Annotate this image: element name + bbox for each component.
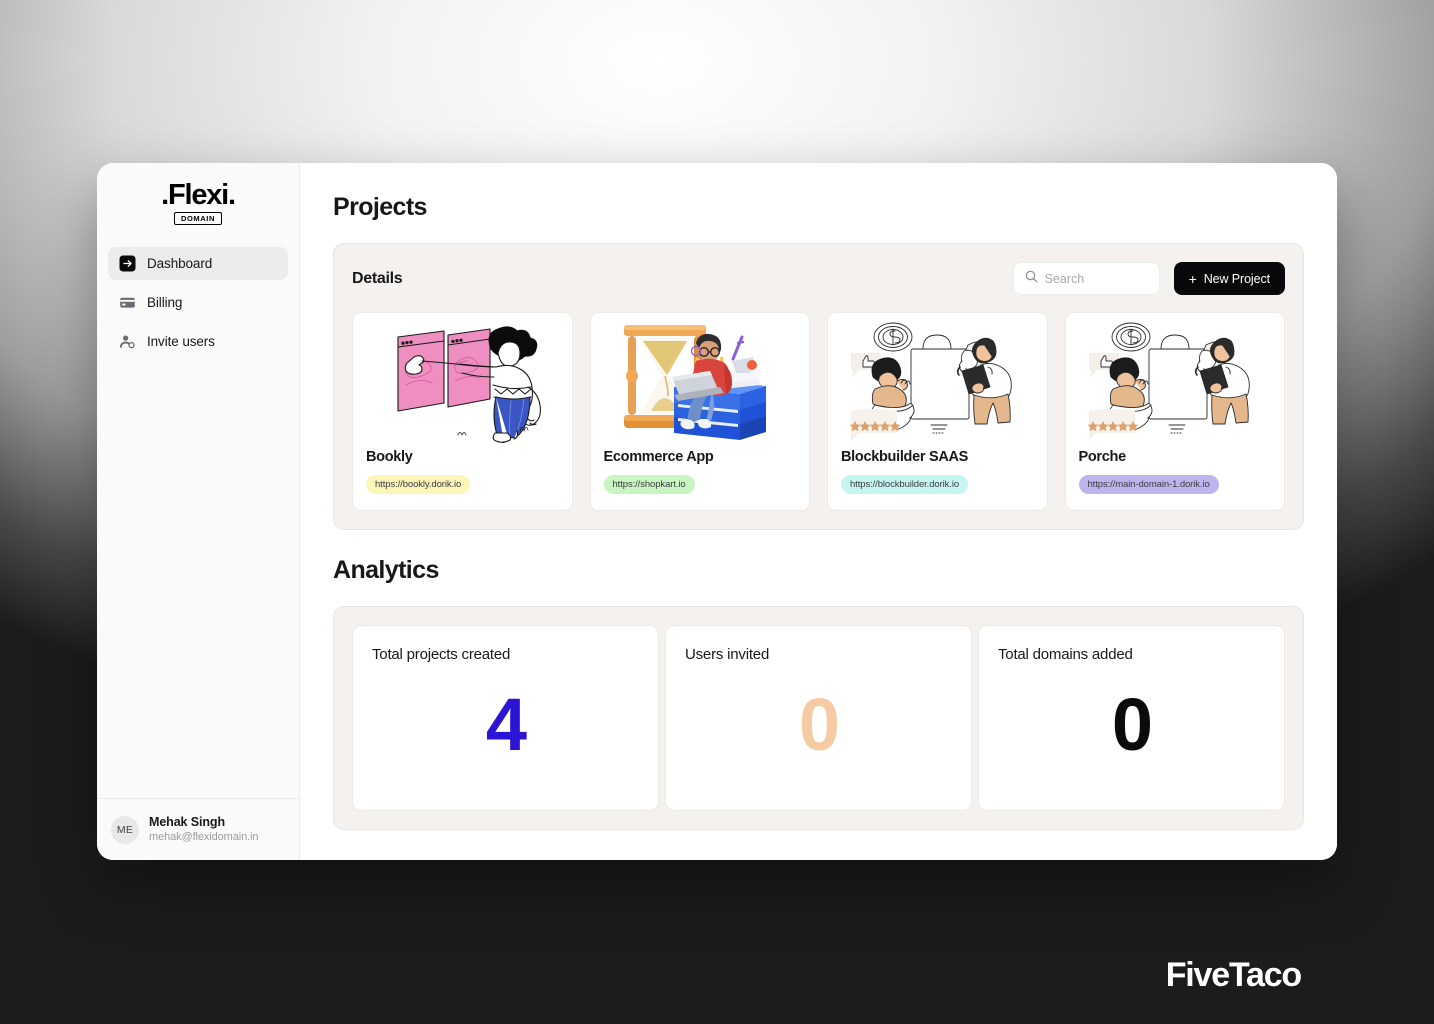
arrow-right-box-icon xyxy=(119,255,136,272)
analytics-title: Analytics xyxy=(333,556,439,584)
project-url-badge[interactable]: https://shopkart.io xyxy=(603,475,695,494)
project-name: Blockbuilder SAAS xyxy=(841,449,969,465)
sidebar-item-label: Dashboard xyxy=(147,256,213,271)
app-logo[interactable]: .Flexi. DOMAIN xyxy=(97,163,299,241)
project-illustration-marketing-megaphone-shopping xyxy=(828,313,1047,445)
search-input[interactable] xyxy=(1044,271,1148,286)
app-window: .Flexi. DOMAIN Dashboard Billing Invite … xyxy=(97,163,1337,860)
main-content: Projects Details Search + New Project Bo… xyxy=(300,163,1337,860)
stat-card-users-invited: Users invited 0 xyxy=(665,625,972,811)
stat-value: 0 xyxy=(1111,682,1153,766)
project-illustration-hourglass-books-laptop xyxy=(590,313,809,445)
sidebar-nav: Dashboard Billing Invite users xyxy=(97,241,299,364)
stat-card-total-domains-added: Total domains added 0 xyxy=(978,625,1285,811)
project-card[interactable]: Bookly https://bookly.dorik.io xyxy=(352,312,573,511)
stat-value: 4 xyxy=(485,682,527,766)
stat-card-total-projects-created: Total projects created 4 xyxy=(352,625,659,811)
project-cards: Bookly https://bookly.dorik.io Ecommerce… xyxy=(352,312,1285,511)
project-name: Porche xyxy=(1078,449,1127,465)
project-card[interactable]: Ecommerce App https://shopkart.io xyxy=(589,312,810,511)
page-title: Projects xyxy=(333,193,427,221)
details-actions: + New Project xyxy=(1012,262,1285,295)
stat-label: Users invited xyxy=(685,646,770,663)
logo-subtitle: DOMAIN xyxy=(173,212,222,225)
fivetaco-watermark: FiveTaco xyxy=(1165,956,1302,994)
user-email: mehak@flexidomain.in xyxy=(149,831,259,843)
user-profile[interactable]: ME Mehak Singh mehak@flexidomain.in xyxy=(97,798,299,860)
project-name: Ecommerce App xyxy=(603,449,714,465)
stat-label: Total projects created xyxy=(372,646,511,663)
sidebar: .Flexi. DOMAIN Dashboard Billing Invite … xyxy=(97,163,300,860)
sidebar-item-billing[interactable]: Billing xyxy=(108,286,288,319)
sidebar-item-invite-users[interactable]: Invite users xyxy=(108,325,288,358)
search-box[interactable] xyxy=(1012,262,1160,295)
sidebar-item-dashboard[interactable]: Dashboard xyxy=(108,247,288,280)
search-icon xyxy=(1025,270,1038,288)
project-illustration-marketing-megaphone-shopping xyxy=(1065,313,1284,445)
stat-value: 0 xyxy=(798,682,840,766)
details-panel: Details + New Project xyxy=(333,243,1304,530)
sidebar-item-label: Billing xyxy=(147,295,183,310)
user-name: Mehak Singh xyxy=(149,815,225,829)
project-card[interactable]: Blockbuilder SAAS https://blockbuilder.d… xyxy=(827,312,1048,511)
project-url-badge[interactable]: https://bookly.dorik.io xyxy=(366,475,471,494)
stat-label: Total domains added xyxy=(998,646,1133,663)
new-project-label: New Project xyxy=(1203,271,1270,286)
project-card[interactable]: Porche https://main-domain-1.dorik.io xyxy=(1064,312,1285,511)
avatar: ME xyxy=(111,815,139,844)
new-project-button[interactable]: + New Project xyxy=(1173,262,1285,295)
user-plus-icon xyxy=(119,333,136,350)
project-url-badge[interactable]: https://main-domain-1.dorik.io xyxy=(1078,475,1219,494)
plus-icon: + xyxy=(1188,270,1197,287)
logo-wordmark: .Flexi. xyxy=(161,179,236,211)
details-header: Details + New Project xyxy=(352,262,1285,295)
project-url-badge[interactable]: https://blockbuilder.dorik.io xyxy=(841,475,969,494)
credit-card-icon xyxy=(119,294,136,311)
analytics-panel: Total projects created 4 Users invited 0… xyxy=(333,606,1304,830)
sidebar-item-label: Invite users xyxy=(147,334,215,349)
project-name: Bookly xyxy=(366,449,413,465)
details-title: Details xyxy=(352,269,403,287)
project-illustration-woman-pointing-browser-windows xyxy=(353,313,572,445)
